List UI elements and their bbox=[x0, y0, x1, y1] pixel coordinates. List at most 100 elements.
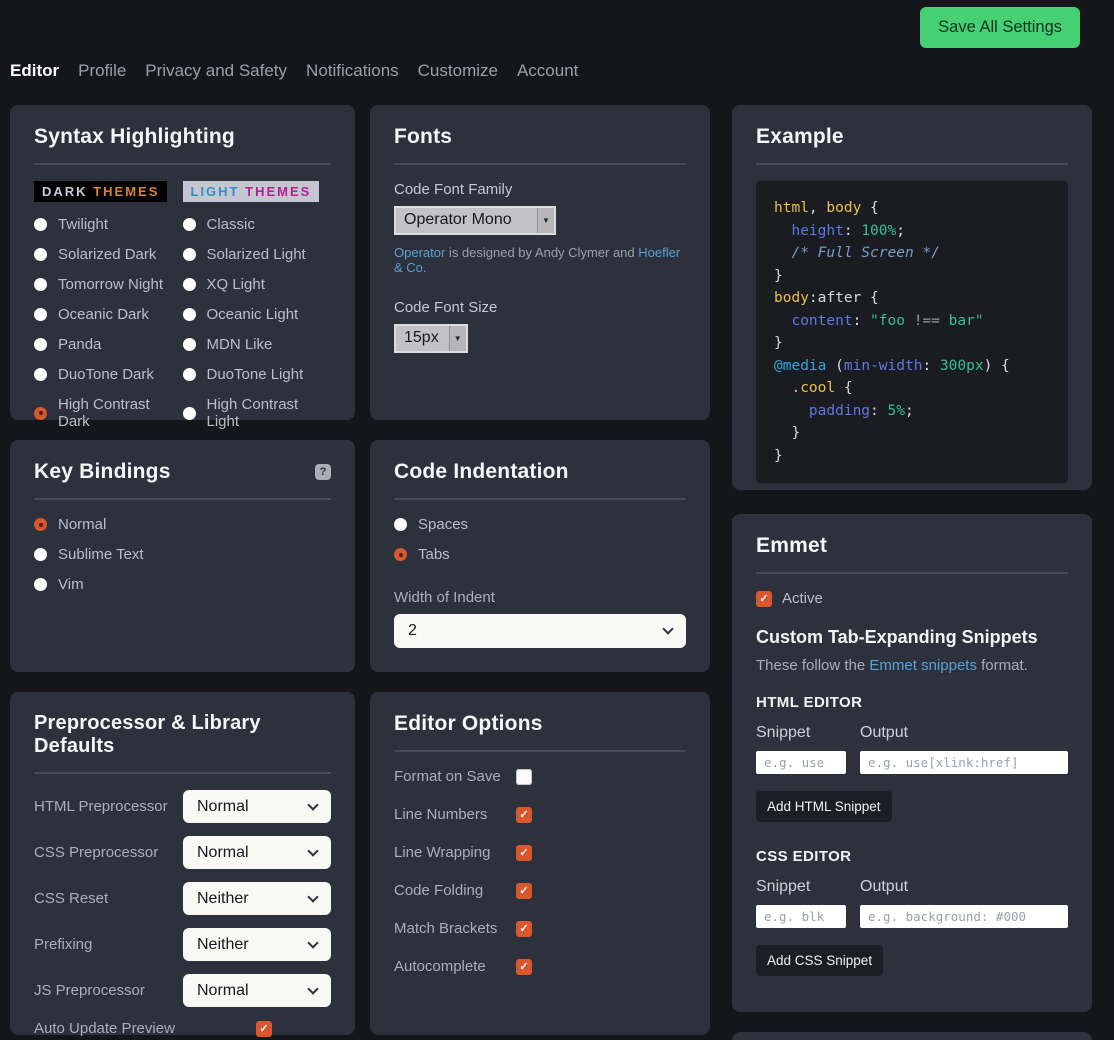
add-css-snippet-button[interactable]: Add CSS Snippet bbox=[756, 945, 883, 976]
radio-button[interactable] bbox=[394, 518, 407, 531]
emmet-active-checkbox[interactable]: ✓ bbox=[756, 591, 772, 607]
select-value: Neither bbox=[197, 890, 249, 908]
js-preprocessor-select[interactable]: Normal bbox=[183, 974, 331, 1007]
radio-button[interactable] bbox=[183, 308, 196, 321]
key-binding-option[interactable]: Vim bbox=[34, 576, 331, 593]
dark-theme-option[interactable]: Tomorrow Night bbox=[34, 276, 183, 293]
dropdown-arrow-icon: ▼ bbox=[449, 326, 466, 351]
radio-button[interactable] bbox=[34, 218, 47, 231]
auto-update-checkbox[interactable]: ✓ bbox=[256, 1021, 272, 1037]
html-editor-heading: HTML EDITOR bbox=[756, 694, 1068, 711]
light-theme-option[interactable]: MDN Like bbox=[183, 336, 332, 353]
settings-columns: Syntax Highlighting DARK THEMES Twilight… bbox=[10, 105, 1092, 1040]
html-snippet-input[interactable] bbox=[756, 751, 846, 774]
tab-editor[interactable]: Editor bbox=[10, 61, 59, 81]
light-theme-option[interactable]: XQ Light bbox=[183, 276, 332, 293]
tab-notifications[interactable]: Notifications bbox=[306, 61, 399, 81]
format-on-save-checkbox[interactable] bbox=[516, 769, 532, 785]
radio-button[interactable] bbox=[183, 368, 196, 381]
dark-themes-column: DARK THEMES TwilightSolarized DarkTomorr… bbox=[34, 181, 183, 443]
line-wrapping-checkbox[interactable]: ✓ bbox=[516, 845, 532, 861]
prefixing-select[interactable]: Neither bbox=[183, 928, 331, 961]
editor-option-row: Line Wrapping✓ bbox=[394, 844, 686, 861]
dark-theme-option[interactable]: High Contrast Dark bbox=[34, 396, 183, 430]
dark-theme-label: Tomorrow Night bbox=[58, 276, 163, 293]
line-numbers-checkbox[interactable]: ✓ bbox=[516, 807, 532, 823]
radio-button[interactable] bbox=[34, 278, 47, 291]
html-output-input[interactable] bbox=[860, 751, 1068, 774]
code-token: { bbox=[861, 200, 878, 216]
radio-button[interactable] bbox=[183, 278, 196, 291]
auto-update-row: Auto Update Preview ✓ bbox=[34, 1020, 331, 1037]
html-preprocessor-select[interactable]: Normal bbox=[183, 790, 331, 823]
css-snippet-input[interactable] bbox=[756, 905, 846, 928]
tab-customize[interactable]: Customize bbox=[418, 61, 498, 81]
dark-theme-option[interactable]: Twilight bbox=[34, 216, 183, 233]
indentation-option[interactable]: Tabs bbox=[394, 546, 686, 563]
html-snippet-labels: Snippet Output bbox=[756, 724, 1068, 742]
snippet-label: Snippet bbox=[756, 724, 860, 742]
indentation-list: Spaces Tabs bbox=[394, 516, 686, 563]
dark-theme-option[interactable]: Solarized Dark bbox=[34, 246, 183, 263]
width-of-indent-select[interactable]: 2 bbox=[394, 614, 686, 648]
dark-theme-option[interactable]: DuoTone Dark bbox=[34, 366, 183, 383]
light-theme-option[interactable]: Oceanic Light bbox=[183, 306, 332, 323]
light-theme-label: Oceanic Light bbox=[207, 306, 299, 323]
light-theme-option[interactable]: DuoTone Light bbox=[183, 366, 332, 383]
example-panel: Example html, body { height: 100%; /* Fu… bbox=[732, 105, 1092, 490]
light-theme-option[interactable]: Solarized Light bbox=[183, 246, 332, 263]
preprocessor-row: HTML PreprocessorNormal bbox=[34, 790, 331, 823]
code-font-family-select[interactable]: Operator Mono ▼ bbox=[394, 206, 556, 235]
operator-link[interactable]: Operator bbox=[394, 245, 445, 260]
radio-button[interactable] bbox=[34, 518, 47, 531]
code-font-size-select[interactable]: 15px ▼ bbox=[394, 324, 468, 353]
match-brackets-checkbox[interactable]: ✓ bbox=[516, 921, 532, 937]
css-output-input[interactable] bbox=[860, 905, 1068, 928]
light-theme-label: High Contrast Light bbox=[207, 396, 332, 430]
key-binding-option[interactable]: Normal bbox=[34, 516, 331, 533]
css-preprocessor-select[interactable]: Normal bbox=[183, 836, 331, 869]
radio-button[interactable] bbox=[394, 548, 407, 561]
light-theme-option[interactable]: Classic bbox=[183, 216, 332, 233]
divider bbox=[34, 163, 331, 165]
radio-button[interactable] bbox=[34, 308, 47, 321]
divider bbox=[394, 750, 686, 752]
tab-account[interactable]: Account bbox=[517, 61, 578, 81]
radio-button[interactable] bbox=[183, 407, 196, 420]
key-binding-option[interactable]: Sublime Text bbox=[34, 546, 331, 563]
dark-theme-option[interactable]: Oceanic Dark bbox=[34, 306, 183, 323]
syntax-highlighting-panel: Syntax Highlighting DARK THEMES Twilight… bbox=[10, 105, 355, 420]
help-icon[interactable]: ? bbox=[315, 464, 331, 480]
emmet-active-label: Active bbox=[782, 590, 823, 607]
radio-button[interactable] bbox=[34, 248, 47, 261]
editor-option-label: Match Brackets bbox=[394, 920, 516, 937]
indentation-option[interactable]: Spaces bbox=[394, 516, 686, 533]
editor-option-row: Autocomplete✓ bbox=[394, 958, 686, 975]
radio-button[interactable] bbox=[183, 248, 196, 261]
editor-option-row: Match Brackets✓ bbox=[394, 920, 686, 937]
emmet-panel: Emmet ✓ Active Custom Tab-Expanding Snip… bbox=[732, 514, 1092, 1012]
css-reset-select[interactable]: Neither bbox=[183, 882, 331, 915]
emmet-snippets-link[interactable]: Emmet snippets bbox=[869, 657, 977, 674]
code-token: : bbox=[853, 313, 870, 329]
light-theme-option[interactable]: High Contrast Light bbox=[183, 396, 332, 430]
radio-button[interactable] bbox=[183, 218, 196, 231]
code-folding-checkbox[interactable]: ✓ bbox=[516, 883, 532, 899]
add-html-snippet-button[interactable]: Add HTML Snippet bbox=[756, 791, 892, 822]
radio-button[interactable] bbox=[34, 548, 47, 561]
tab-profile[interactable]: Profile bbox=[78, 61, 126, 81]
font-note-text: is designed by Andy Clymer and bbox=[445, 245, 638, 260]
indentation-label: Spaces bbox=[418, 516, 468, 533]
code-token: : bbox=[870, 403, 887, 419]
dark-theme-option[interactable]: Panda bbox=[34, 336, 183, 353]
autocomplete-checkbox[interactable]: ✓ bbox=[516, 959, 532, 975]
radio-button[interactable] bbox=[34, 578, 47, 591]
radio-button[interactable] bbox=[34, 407, 47, 420]
code-token: "foo bbox=[870, 313, 914, 329]
code-token: height bbox=[791, 223, 843, 239]
save-all-settings-button[interactable]: Save All Settings bbox=[920, 7, 1080, 48]
radio-button[interactable] bbox=[34, 368, 47, 381]
tab-privacy-and-safety[interactable]: Privacy and Safety bbox=[145, 61, 287, 81]
radio-button[interactable] bbox=[34, 338, 47, 351]
radio-button[interactable] bbox=[183, 338, 196, 351]
